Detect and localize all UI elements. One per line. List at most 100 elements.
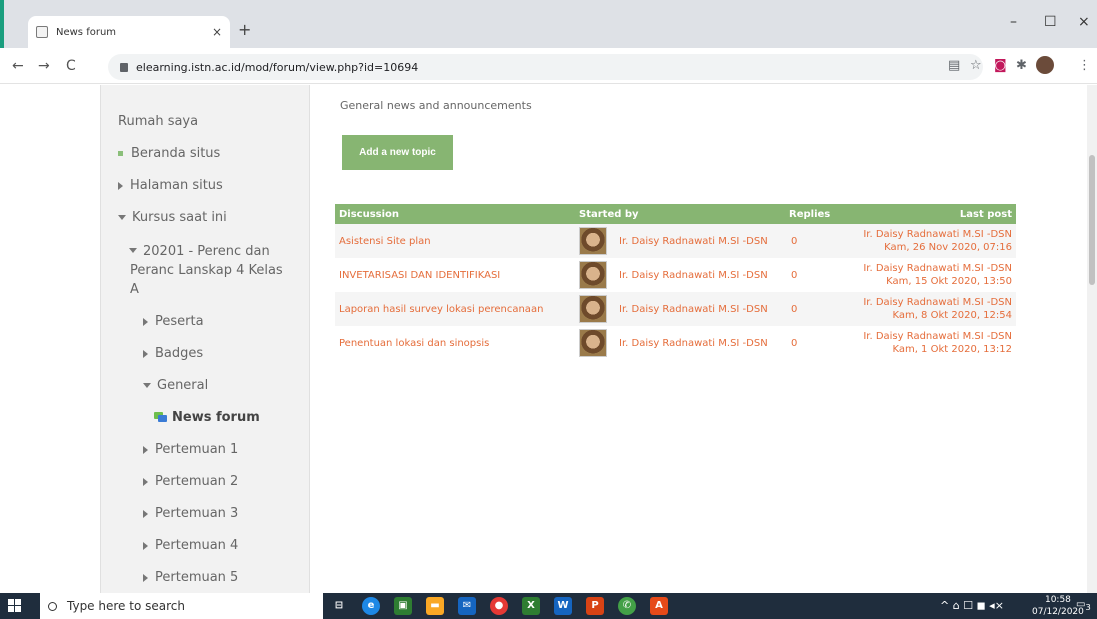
reload-button[interactable]: C bbox=[66, 58, 76, 74]
nav-news-forum[interactable]: News forum bbox=[154, 410, 260, 425]
starter-cell: Ir. Daisy Radnawati M.SI -DSN bbox=[575, 224, 785, 258]
browser-tab[interactable]: News forum × bbox=[28, 16, 230, 48]
nav-rumah-saya[interactable]: Rumah saya bbox=[118, 114, 198, 129]
course-name: 20201 - Perenc dan Peranc Lanskap 4 Kela… bbox=[130, 242, 283, 299]
bullet-icon bbox=[118, 151, 123, 156]
course-name-line: 20201 - Perenc dan bbox=[143, 244, 270, 259]
minimize-button[interactable]: – bbox=[1010, 14, 1017, 30]
avatar[interactable] bbox=[579, 295, 607, 323]
last-post-date[interactable]: Kam, 15 Okt 2020, 13:50 bbox=[839, 275, 1012, 288]
replies-link[interactable]: 0 bbox=[785, 292, 835, 326]
pdf-reader-icon[interactable]: A bbox=[650, 597, 668, 615]
nav-beranda-situs[interactable]: Beranda situs bbox=[118, 146, 220, 161]
whatsapp-icon[interactable]: ✆ bbox=[618, 597, 636, 615]
add-new-topic-button[interactable]: Add a new topic bbox=[342, 135, 453, 170]
tab-close-icon[interactable]: × bbox=[212, 25, 222, 39]
nav-general[interactable]: General bbox=[143, 378, 208, 393]
windows-start-icon[interactable] bbox=[8, 599, 22, 613]
lock-icon bbox=[120, 62, 128, 72]
collapse-arrow-icon bbox=[118, 215, 126, 220]
nav-peserta[interactable]: Peserta bbox=[143, 314, 204, 329]
collapse-arrow-icon bbox=[129, 248, 137, 253]
excel-icon[interactable]: X bbox=[522, 597, 540, 615]
back-button[interactable]: ← bbox=[12, 58, 24, 74]
last-post-author[interactable]: Ir. Daisy Radnawati M.SI -DSN bbox=[839, 228, 1012, 241]
nav-course[interactable]: 20201 - Perenc dan Peranc Lanskap 4 Kela… bbox=[129, 242, 283, 299]
nav-pertemuan-1[interactable]: Pertemuan 1 bbox=[143, 442, 238, 457]
extensions-puzzle-icon[interactable]: ✱ bbox=[1016, 58, 1027, 73]
nav-label: Halaman situs bbox=[130, 178, 223, 193]
nav-pertemuan-4[interactable]: Pertemuan 4 bbox=[143, 538, 238, 553]
nav-label: General bbox=[157, 378, 209, 393]
nav-halaman-situs[interactable]: Halaman situs bbox=[118, 178, 223, 193]
file-explorer-icon[interactable]: ▬ bbox=[426, 597, 444, 615]
mail-icon[interactable]: ✉ bbox=[458, 597, 476, 615]
forward-button[interactable]: → bbox=[38, 58, 50, 74]
last-post-author[interactable]: Ir. Daisy Radnawati M.SI -DSN bbox=[839, 330, 1012, 343]
browser-menu-icon[interactable]: ⋮ bbox=[1078, 58, 1091, 73]
table-row: Penentuan lokasi dan sinopsis Ir. Daisy … bbox=[335, 326, 1016, 360]
collapse-arrow-icon bbox=[143, 383, 151, 388]
chrome-browser-icon[interactable]: ● bbox=[490, 597, 508, 615]
nav-kursus-saat-ini[interactable]: Kursus saat ini bbox=[118, 210, 227, 225]
profile-avatar[interactable] bbox=[1036, 56, 1054, 74]
avatar[interactable] bbox=[579, 227, 607, 255]
discussion-link[interactable]: Laporan hasil survey lokasi perencanaan bbox=[335, 292, 575, 326]
translate-icon[interactable]: ▤ bbox=[948, 58, 960, 73]
system-tray-icons[interactable]: ^ ⌂ ☐ ◼ ◂× bbox=[940, 599, 1004, 612]
tab-title: News forum bbox=[56, 26, 117, 38]
page-favicon-icon bbox=[36, 26, 48, 38]
last-post-date[interactable]: Kam, 1 Okt 2020, 13:12 bbox=[839, 343, 1012, 356]
avatar[interactable] bbox=[579, 329, 607, 357]
replies-link[interactable]: 0 bbox=[785, 326, 835, 360]
last-post-cell: Ir. Daisy Radnawati M.SI -DSN Kam, 26 Nov… bbox=[835, 224, 1016, 258]
nav-pertemuan-2[interactable]: Pertemuan 2 bbox=[143, 474, 238, 489]
expand-arrow-icon bbox=[118, 181, 123, 190]
starter-link[interactable]: Ir. Daisy Radnawati M.SI -DSN bbox=[619, 270, 768, 281]
discussion-link[interactable]: Penentuan lokasi dan sinopsis bbox=[335, 326, 575, 360]
bookmark-star-icon[interactable]: ☆ bbox=[970, 58, 982, 73]
store-icon[interactable]: ▣ bbox=[394, 597, 412, 615]
table-row: Laporan hasil survey lokasi perencanaan … bbox=[335, 292, 1016, 326]
nav-label: Pertemuan 3 bbox=[155, 506, 239, 521]
powerpoint-icon[interactable]: P bbox=[586, 597, 604, 615]
avatar[interactable] bbox=[579, 261, 607, 289]
last-post-author[interactable]: Ir. Daisy Radnawati M.SI -DSN bbox=[839, 296, 1012, 309]
url-input[interactable]: elearning.istn.ac.id/mod/forum/view.php?… bbox=[108, 54, 983, 80]
header-started-by[interactable]: Started by bbox=[575, 204, 785, 224]
nav-pertemuan-3[interactable]: Pertemuan 3 bbox=[143, 506, 238, 521]
last-post-date[interactable]: Kam, 26 Nov 2020, 07:16 bbox=[839, 241, 1012, 254]
header-replies[interactable]: Replies bbox=[785, 204, 835, 224]
word-icon[interactable]: W bbox=[554, 597, 572, 615]
discussion-link[interactable]: INVETARISASI DAN IDENTIFIKASI bbox=[335, 258, 575, 292]
nav-pertemuan-5[interactable]: Pertemuan 5 bbox=[143, 570, 238, 585]
expand-arrow-icon bbox=[143, 317, 148, 326]
expand-arrow-icon bbox=[143, 573, 148, 582]
table-row: INVETARISASI DAN IDENTIFIKASI Ir. Daisy … bbox=[335, 258, 1016, 292]
close-window-button[interactable]: × bbox=[1078, 14, 1090, 30]
edge-browser-icon[interactable]: e bbox=[362, 597, 380, 615]
discussion-table: Discussion Started by Replies Last post … bbox=[335, 204, 1016, 360]
header-discussion[interactable]: Discussion bbox=[335, 204, 575, 224]
maximize-button[interactable]: ☐ bbox=[1044, 14, 1057, 30]
discussion-link[interactable]: Asistensi Site plan bbox=[335, 224, 575, 258]
nav-badges[interactable]: Badges bbox=[143, 346, 203, 361]
new-tab-button[interactable]: + bbox=[238, 20, 251, 39]
last-post-date[interactable]: Kam, 8 Okt 2020, 12:54 bbox=[839, 309, 1012, 322]
pocket-extension-icon[interactable]: ◙ bbox=[994, 58, 1007, 73]
taskbar-search-input[interactable]: Type here to search bbox=[40, 593, 323, 619]
nav-label: Pertemuan 1 bbox=[155, 442, 239, 457]
starter-link[interactable]: Ir. Daisy Radnawati M.SI -DSN bbox=[619, 304, 768, 315]
replies-link[interactable]: 0 bbox=[785, 258, 835, 292]
starter-link[interactable]: Ir. Daisy Radnawati M.SI -DSN bbox=[619, 236, 768, 247]
expand-arrow-icon bbox=[143, 477, 148, 486]
last-post-cell: Ir. Daisy Radnawati M.SI -DSN Kam, 15 Okt… bbox=[835, 258, 1016, 292]
notification-icon[interactable]: ▭3 bbox=[1076, 599, 1091, 612]
last-post-author[interactable]: Ir. Daisy Radnawati M.SI -DSN bbox=[839, 262, 1012, 275]
starter-link[interactable]: Ir. Daisy Radnawati M.SI -DSN bbox=[619, 338, 768, 349]
task-view-icon[interactable]: ⊟ bbox=[330, 597, 348, 615]
replies-link[interactable]: 0 bbox=[785, 224, 835, 258]
nav-label: News forum bbox=[172, 410, 260, 425]
scrollbar-thumb[interactable] bbox=[1089, 155, 1095, 285]
header-last-post[interactable]: Last post bbox=[835, 204, 1016, 224]
